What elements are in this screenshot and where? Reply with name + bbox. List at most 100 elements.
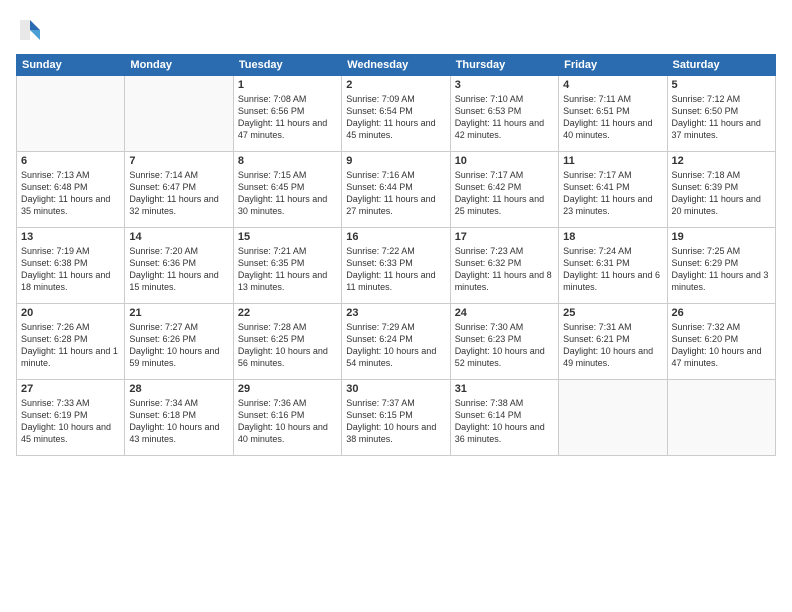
logo [16, 16, 48, 44]
day-number: 10 [455, 155, 554, 167]
day-info: Sunrise: 7:17 AM Sunset: 6:41 PM Dayligh… [563, 169, 662, 218]
day-info: Sunrise: 7:13 AM Sunset: 6:48 PM Dayligh… [21, 169, 120, 218]
day-number: 16 [346, 231, 445, 243]
week-row-3: 13 Sunrise: 7:19 AM Sunset: 6:38 PM Dayli… [17, 228, 776, 304]
day-info: Sunrise: 7:26 AM Sunset: 6:28 PM Dayligh… [21, 321, 120, 370]
week-row-2: 6 Sunrise: 7:13 AM Sunset: 6:48 PM Daylig… [17, 152, 776, 228]
day-info: Sunrise: 7:18 AM Sunset: 6:39 PM Dayligh… [672, 169, 771, 218]
week-row-5: 27 Sunrise: 7:33 AM Sunset: 6:19 PM Dayli… [17, 380, 776, 456]
day-number: 20 [21, 307, 120, 319]
day-number: 24 [455, 307, 554, 319]
day-info: Sunrise: 7:11 AM Sunset: 6:51 PM Dayligh… [563, 93, 662, 142]
day-info: Sunrise: 7:19 AM Sunset: 6:38 PM Dayligh… [21, 245, 120, 294]
day-cell: 21 Sunrise: 7:27 AM Sunset: 6:26 PM Dayli… [125, 304, 233, 380]
day-cell [17, 76, 125, 152]
day-cell: 8 Sunrise: 7:15 AM Sunset: 6:45 PM Daylig… [233, 152, 341, 228]
day-cell: 27 Sunrise: 7:33 AM Sunset: 6:19 PM Dayli… [17, 380, 125, 456]
weekday-header-thursday: Thursday [450, 55, 558, 76]
day-cell: 23 Sunrise: 7:29 AM Sunset: 6:24 PM Dayli… [342, 304, 450, 380]
week-row-4: 20 Sunrise: 7:26 AM Sunset: 6:28 PM Dayli… [17, 304, 776, 380]
day-number: 6 [21, 155, 120, 167]
day-info: Sunrise: 7:25 AM Sunset: 6:29 PM Dayligh… [672, 245, 771, 294]
day-cell: 30 Sunrise: 7:37 AM Sunset: 6:15 PM Dayli… [342, 380, 450, 456]
day-cell: 24 Sunrise: 7:30 AM Sunset: 6:23 PM Dayli… [450, 304, 558, 380]
day-info: Sunrise: 7:14 AM Sunset: 6:47 PM Dayligh… [129, 169, 228, 218]
day-number: 2 [346, 79, 445, 91]
day-cell: 2 Sunrise: 7:09 AM Sunset: 6:54 PM Daylig… [342, 76, 450, 152]
day-info: Sunrise: 7:09 AM Sunset: 6:54 PM Dayligh… [346, 93, 445, 142]
day-number: 19 [672, 231, 771, 243]
day-cell [667, 380, 775, 456]
day-number: 7 [129, 155, 228, 167]
day-number: 12 [672, 155, 771, 167]
day-info: Sunrise: 7:27 AM Sunset: 6:26 PM Dayligh… [129, 321, 228, 370]
day-cell: 10 Sunrise: 7:17 AM Sunset: 6:42 PM Dayli… [450, 152, 558, 228]
day-info: Sunrise: 7:12 AM Sunset: 6:50 PM Dayligh… [672, 93, 771, 142]
day-cell: 7 Sunrise: 7:14 AM Sunset: 6:47 PM Daylig… [125, 152, 233, 228]
weekday-header-sunday: Sunday [17, 55, 125, 76]
day-info: Sunrise: 7:10 AM Sunset: 6:53 PM Dayligh… [455, 93, 554, 142]
day-cell: 6 Sunrise: 7:13 AM Sunset: 6:48 PM Daylig… [17, 152, 125, 228]
day-info: Sunrise: 7:32 AM Sunset: 6:20 PM Dayligh… [672, 321, 771, 370]
day-cell: 26Sunrise: 7:32 AM Sunset: 6:20 PM Dayli… [667, 304, 775, 380]
day-cell: 12 Sunrise: 7:18 AM Sunset: 6:39 PM Dayli… [667, 152, 775, 228]
day-number: 23 [346, 307, 445, 319]
day-number: 4 [563, 79, 662, 91]
day-number: 30 [346, 383, 445, 395]
day-number: 27 [21, 383, 120, 395]
day-number: 21 [129, 307, 228, 319]
day-info: Sunrise: 7:34 AM Sunset: 6:18 PM Dayligh… [129, 397, 228, 446]
day-number: 29 [238, 383, 337, 395]
day-info: Sunrise: 7:24 AM Sunset: 6:31 PM Dayligh… [563, 245, 662, 294]
day-number: 13 [21, 231, 120, 243]
day-cell: 14Sunrise: 7:20 AM Sunset: 6:36 PM Dayli… [125, 228, 233, 304]
day-cell: 5Sunrise: 7:12 AM Sunset: 6:50 PM Daylig… [667, 76, 775, 152]
day-cell: 20 Sunrise: 7:26 AM Sunset: 6:28 PM Dayli… [17, 304, 125, 380]
day-cell: 29 Sunrise: 7:36 AM Sunset: 6:16 PM Dayli… [233, 380, 341, 456]
day-cell [125, 76, 233, 152]
day-cell: 16Sunrise: 7:22 AM Sunset: 6:33 PM Dayli… [342, 228, 450, 304]
day-cell: 9 Sunrise: 7:16 AM Sunset: 6:44 PM Daylig… [342, 152, 450, 228]
day-cell: 13 Sunrise: 7:19 AM Sunset: 6:38 PM Dayli… [17, 228, 125, 304]
day-cell: 19 Sunrise: 7:25 AM Sunset: 6:29 PM Dayli… [667, 228, 775, 304]
week-row-1: 1 Sunrise: 7:08 AM Sunset: 6:56 PM Daylig… [17, 76, 776, 152]
day-info: Sunrise: 7:20 AM Sunset: 6:36 PM Dayligh… [129, 245, 228, 294]
day-number: 8 [238, 155, 337, 167]
day-cell: 17Sunrise: 7:23 AM Sunset: 6:32 PM Dayli… [450, 228, 558, 304]
calendar-table: SundayMondayTuesdayWednesdayThursdayFrid… [16, 54, 776, 456]
day-cell [559, 380, 667, 456]
day-number: 18 [563, 231, 662, 243]
day-info: Sunrise: 7:16 AM Sunset: 6:44 PM Dayligh… [346, 169, 445, 218]
weekday-header-friday: Friday [559, 55, 667, 76]
day-info: Sunrise: 7:37 AM Sunset: 6:15 PM Dayligh… [346, 397, 445, 446]
weekday-header-monday: Monday [125, 55, 233, 76]
weekday-header-row: SundayMondayTuesdayWednesdayThursdayFrid… [17, 55, 776, 76]
day-number: 25 [563, 307, 662, 319]
day-number: 1 [238, 79, 337, 91]
day-number: 28 [129, 383, 228, 395]
day-number: 3 [455, 79, 554, 91]
day-cell: 4 Sunrise: 7:11 AM Sunset: 6:51 PM Daylig… [559, 76, 667, 152]
day-info: Sunrise: 7:23 AM Sunset: 6:32 PM Dayligh… [455, 245, 554, 294]
day-cell: 18 Sunrise: 7:24 AM Sunset: 6:31 PM Dayli… [559, 228, 667, 304]
day-info: Sunrise: 7:15 AM Sunset: 6:45 PM Dayligh… [238, 169, 337, 218]
header [16, 16, 776, 44]
day-info: Sunrise: 7:36 AM Sunset: 6:16 PM Dayligh… [238, 397, 337, 446]
day-cell: 31Sunrise: 7:38 AM Sunset: 6:14 PM Dayli… [450, 380, 558, 456]
page: SundayMondayTuesdayWednesdayThursdayFrid… [0, 0, 792, 612]
day-info: Sunrise: 7:29 AM Sunset: 6:24 PM Dayligh… [346, 321, 445, 370]
day-info: Sunrise: 7:28 AM Sunset: 6:25 PM Dayligh… [238, 321, 337, 370]
weekday-header-tuesday: Tuesday [233, 55, 341, 76]
day-info: Sunrise: 7:21 AM Sunset: 6:35 PM Dayligh… [238, 245, 337, 294]
day-info: Sunrise: 7:30 AM Sunset: 6:23 PM Dayligh… [455, 321, 554, 370]
weekday-header-saturday: Saturday [667, 55, 775, 76]
day-number: 31 [455, 383, 554, 395]
day-number: 9 [346, 155, 445, 167]
day-number: 15 [238, 231, 337, 243]
day-info: Sunrise: 7:17 AM Sunset: 6:42 PM Dayligh… [455, 169, 554, 218]
day-info: Sunrise: 7:08 AM Sunset: 6:56 PM Dayligh… [238, 93, 337, 142]
day-info: Sunrise: 7:33 AM Sunset: 6:19 PM Dayligh… [21, 397, 120, 446]
day-number: 11 [563, 155, 662, 167]
logo-icon [16, 16, 44, 44]
day-cell: 3 Sunrise: 7:10 AM Sunset: 6:53 PM Daylig… [450, 76, 558, 152]
